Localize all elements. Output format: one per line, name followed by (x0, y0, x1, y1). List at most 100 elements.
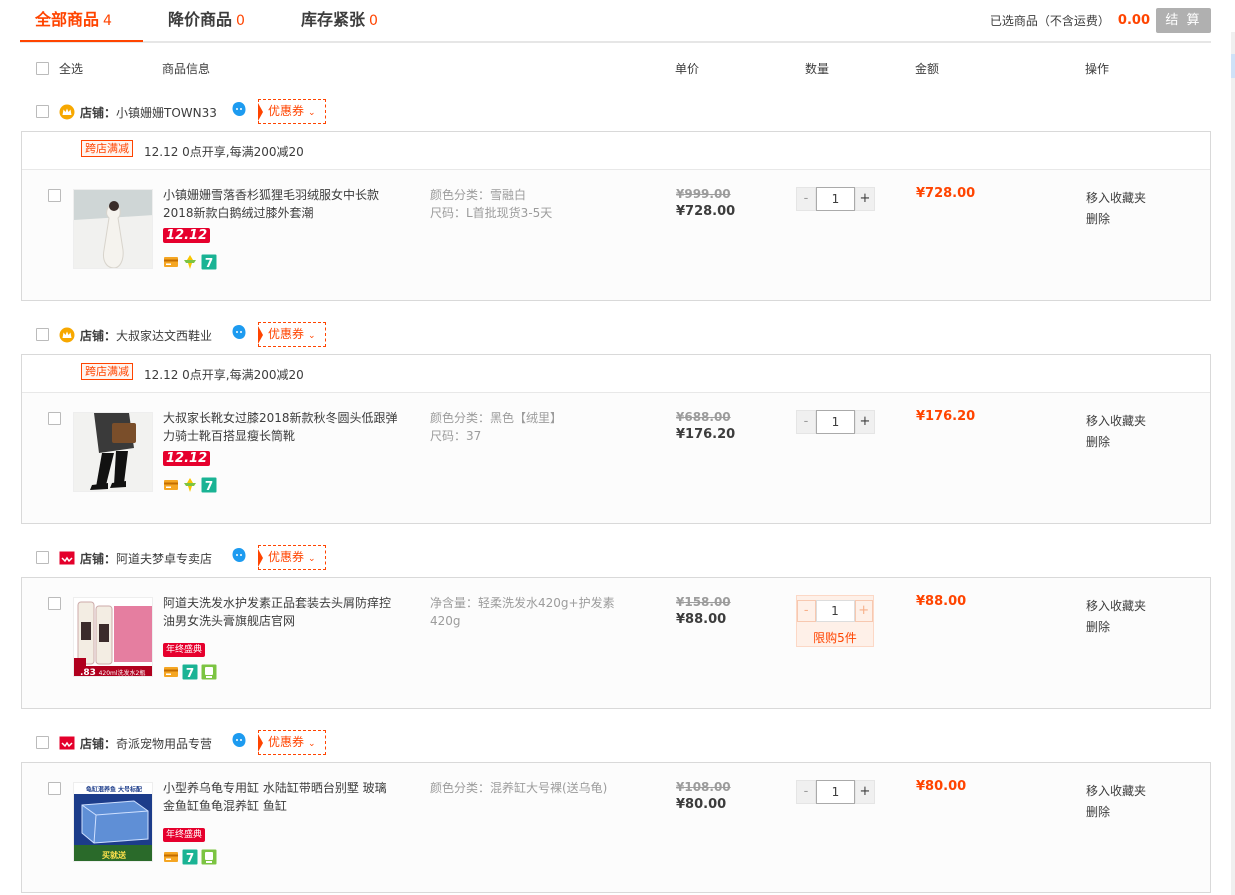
quantity-stepper: - + (796, 187, 875, 211)
delete-link[interactable]: 删除 (1086, 209, 1146, 230)
item-actions: 移入收藏夹 删除 (1086, 188, 1146, 230)
move-to-favorites-link[interactable]: 移入收藏夹 (1086, 596, 1146, 617)
delete-link[interactable]: 删除 (1086, 432, 1146, 453)
shop-header: 店铺：阿道夫梦卓专卖店 优惠券 ⌄ (0, 545, 1235, 571)
item-total: ¥728.00 (916, 186, 976, 201)
sku-info: 颜色分类：雪融白 尺码：L首批现货3-5天 (430, 186, 620, 222)
selection-summary: 已选商品（不含运费） 0.00 结 算 (990, 8, 1211, 33)
item-actions: 移入收藏夹 删除 (1086, 411, 1146, 453)
product-image[interactable] (73, 412, 153, 492)
selected-amount: 0.00 (1117, 13, 1150, 28)
unit-price: ¥108.00 ¥80.00 (676, 779, 731, 813)
cross-store-discount-tag: 跨店满减 (81, 140, 133, 157)
svg-text:7: 7 (205, 479, 213, 493)
quantity-stepper: - + (797, 600, 873, 624)
promo-text: 12.12 0点开享,每满200减20 (144, 145, 304, 159)
item-checkbox[interactable] (48, 597, 61, 610)
shop-name[interactable]: 店铺：奇派宠物用品专营 (80, 735, 212, 752)
tab-all-items[interactable]: 全部商品 4 (35, 6, 112, 30)
product-title[interactable]: 小型养乌龟专用缸 水陆缸带晒台别墅 玻璃金鱼缸鱼龟混养缸 鱼缸 (163, 779, 398, 815)
quantity-input[interactable] (816, 780, 855, 804)
checkout-button[interactable]: 结 算 (1156, 8, 1211, 33)
product-title[interactable]: 阿道夫洗发水护发素正品套装去头屑防痒控油男女洗头膏旗舰店官网 (163, 594, 398, 630)
increase-button[interactable]: + (855, 780, 875, 804)
product-title[interactable]: 大叔家长靴女过膝2018新款秋冬圆头低跟弹力骑士靴百搭显瘦长筒靴 (163, 409, 398, 445)
tab-low-stock[interactable]: 库存紧张 0 (301, 6, 378, 30)
product-image[interactable]: 龟缸混养鱼 大号标配 买就送 (73, 782, 153, 862)
gift-icon (184, 478, 196, 492)
right-sidebar-strip[interactable] (1231, 32, 1235, 895)
cart-item: 大叔家长靴女过膝2018新款秋冬圆头低跟弹力骑士靴百搭显瘦长筒靴 12.12 7… (22, 393, 1210, 523)
coupon-button[interactable]: 优惠券 ⌄ (258, 322, 326, 347)
shop-order-box: .83 420ml洗发水2瓶 阿道夫洗发水护发素正品套装去头屑防痒控油男女洗头膏旗… (21, 577, 1211, 709)
shop-order-box: 跨店满减 12.12 0点开享,每满200减20 大叔家长靴女过膝2018新款秋… (21, 354, 1211, 524)
shop-name[interactable]: 店铺：小镇姗姗TOWN33 (80, 104, 217, 121)
move-to-favorites-link[interactable]: 移入收藏夹 (1086, 781, 1146, 802)
shop-order-box: 龟缸混养鱼 大号标配 买就送 小型养乌龟专用缸 水陆缸带晒台别墅 玻璃金鱼缸鱼龟混… (21, 762, 1211, 893)
tab-all-items-count: 4 (103, 13, 112, 29)
coupon-button[interactable]: 优惠券 ⌄ (258, 545, 326, 570)
shop-checkbox[interactable] (36, 736, 49, 749)
delete-link[interactable]: 删除 (1086, 802, 1146, 823)
coupon-button[interactable]: 优惠券 ⌄ (258, 730, 326, 755)
sku-line: 尺码：L首批现货3-5天 (430, 206, 553, 220)
wangwang-chat-icon[interactable] (231, 547, 247, 563)
cart-item: .83 420ml洗发水2瓶 阿道夫洗发水护发素正品套装去头屑防痒控油男女洗头膏旗… (22, 578, 1210, 708)
original-price: ¥999.00 (676, 187, 731, 201)
quantity-input[interactable] (816, 410, 855, 434)
shop-checkbox[interactable] (36, 328, 49, 341)
svg-text:买就送: 买就送 (102, 850, 127, 860)
shop-checkbox[interactable] (36, 551, 49, 564)
select-all-label[interactable]: 全选 (59, 60, 83, 77)
decrease-button[interactable]: - (796, 410, 816, 434)
active-tab-underline (20, 40, 143, 42)
unit-price: ¥688.00 ¥176.20 (676, 409, 735, 443)
current-price: ¥728.00 (676, 204, 736, 219)
cart-tabs: 全部商品 4 降价商品 0 库存紧张 0 已选商品（不含运费） 0.00 结 算 (20, 0, 1211, 43)
wangwang-chat-icon[interactable] (231, 324, 247, 340)
wangwang-chat-icon[interactable] (231, 101, 247, 117)
increase-button[interactable]: + (855, 187, 875, 211)
shop-name[interactable]: 店铺：阿道夫梦卓专卖店 (80, 550, 212, 567)
svg-text:.83: .83 (80, 668, 96, 677)
decrease-button[interactable]: - (796, 780, 816, 804)
wangwang-chat-icon[interactable] (231, 732, 247, 748)
service-icons: 7 (163, 254, 217, 270)
product-image[interactable] (73, 189, 153, 269)
increase-button[interactable]: + (854, 600, 873, 622)
shop-name[interactable]: 店铺：大叔家达文西鞋业 (80, 327, 212, 344)
sku-line: 颜色分类：混养缸大号裸(送乌龟) (430, 781, 608, 795)
credit-card-icon (164, 852, 178, 862)
service-icons: 7 (163, 664, 217, 680)
promo-bar: 跨店满减 12.12 0点开享,每满200减20 (22, 132, 1210, 170)
item-checkbox[interactable] (48, 189, 61, 202)
unit-price: ¥999.00 ¥728.00 (676, 186, 735, 220)
move-to-favorites-link[interactable]: 移入收藏夹 (1086, 188, 1146, 209)
sku-info: 净含量：轻柔洗发水420g+护发素420g (430, 594, 620, 630)
current-price: ¥80.00 (676, 797, 727, 812)
product-title[interactable]: 小镇姗姗雪落香杉狐狸毛羽绒服女中长款2018新款白鹅绒过膝外套潮 (163, 186, 398, 222)
decrease-button[interactable]: - (796, 187, 816, 211)
quantity-input[interactable] (815, 600, 855, 622)
shop-checkbox[interactable] (36, 105, 49, 118)
decrease-button[interactable]: - (797, 600, 816, 622)
quantity-input[interactable] (816, 187, 855, 211)
increase-button[interactable]: + (855, 410, 875, 434)
select-all-checkbox[interactable] (36, 62, 49, 75)
service-icons: 7 (163, 477, 217, 493)
product-image[interactable]: .83 420ml洗发水2瓶 (73, 597, 153, 677)
item-checkbox[interactable] (48, 782, 61, 795)
credit-card-icon (164, 667, 178, 677)
event-badge: 年终盛典 (163, 641, 206, 657)
cross-store-discount-tag: 跨店满减 (81, 363, 133, 380)
svg-text:7: 7 (205, 256, 213, 270)
item-checkbox[interactable] (48, 412, 61, 425)
item-total: ¥80.00 (916, 779, 967, 794)
gift-icon (184, 255, 196, 269)
move-to-favorites-link[interactable]: 移入收藏夹 (1086, 411, 1146, 432)
tab-price-drop[interactable]: 降价商品 0 (168, 6, 245, 30)
crown-icon (59, 104, 75, 120)
delete-link[interactable]: 删除 (1086, 617, 1146, 638)
credit-card-icon (164, 480, 178, 490)
coupon-button[interactable]: 优惠券 ⌄ (258, 99, 326, 124)
